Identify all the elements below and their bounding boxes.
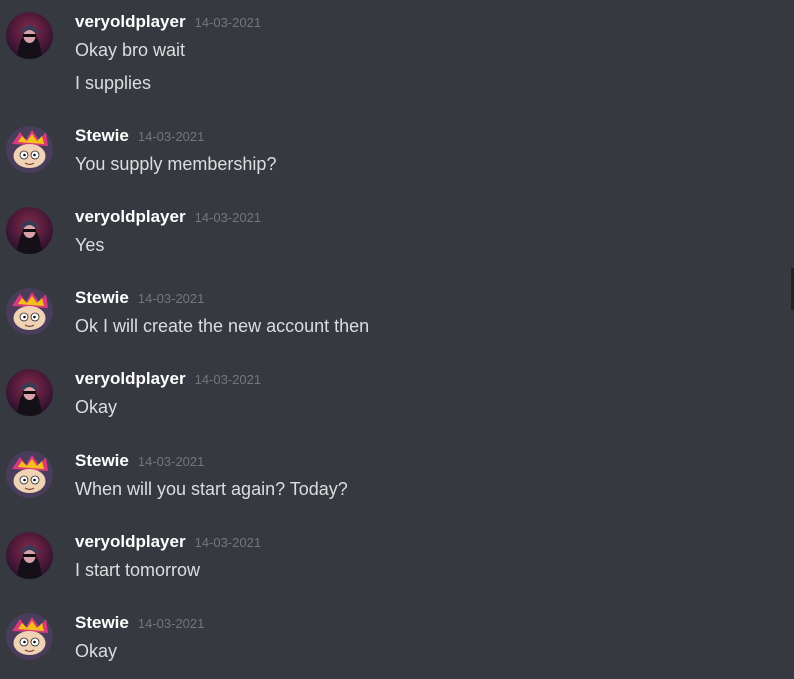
hooded-figure-avatar-icon[interactable] xyxy=(6,369,53,416)
message-header: Stewie 14-03-2021 xyxy=(75,613,204,635)
message-text: I supplies xyxy=(75,73,152,93)
stewie-cartoon-avatar-icon[interactable] xyxy=(6,613,53,660)
message-header: veryoldplayer 14-03-2021 xyxy=(75,207,261,229)
message-timestamp[interactable]: 14-03-2021 xyxy=(195,535,262,550)
stewie-cartoon-avatar-icon[interactable] xyxy=(6,288,53,335)
author-name[interactable]: veryoldplayer xyxy=(75,207,186,226)
message-text: You supply membership? xyxy=(75,154,277,174)
message-timestamp[interactable]: 14-03-2021 xyxy=(138,454,205,469)
message-timestamp[interactable]: 14-03-2021 xyxy=(195,372,262,387)
hooded-figure-avatar-icon[interactable] xyxy=(6,207,53,254)
message-text: Okay bro wait xyxy=(75,40,186,60)
author-name[interactable]: Stewie xyxy=(75,613,129,632)
message-timestamp[interactable]: 14-03-2021 xyxy=(195,15,262,30)
message-timestamp[interactable]: 14-03-2021 xyxy=(195,210,262,225)
message-header: Stewie 14-03-2021 xyxy=(75,451,204,473)
message-text: When will you start again? Today? xyxy=(75,479,348,499)
message-timestamp[interactable]: 14-03-2021 xyxy=(138,291,205,306)
stewie-cartoon-avatar-icon[interactable] xyxy=(6,451,53,498)
message-text: I start tomorrow xyxy=(75,560,201,580)
message-text: Yes xyxy=(75,235,105,255)
author-name[interactable]: Stewie xyxy=(75,126,129,145)
author-name[interactable]: veryoldplayer xyxy=(75,532,186,551)
author-name[interactable]: veryoldplayer xyxy=(75,369,186,388)
message-header: Stewie 14-03-2021 xyxy=(75,126,204,148)
message-header: veryoldplayer 14-03-2021 xyxy=(75,532,261,554)
message-timestamp[interactable]: 14-03-2021 xyxy=(138,129,205,144)
message-timestamp[interactable]: 14-03-2021 xyxy=(138,616,205,631)
author-name[interactable]: Stewie xyxy=(75,451,129,470)
message-header: veryoldplayer 14-03-2021 xyxy=(75,12,261,34)
message-text: Ok I will create the new account then xyxy=(75,316,370,336)
author-name[interactable]: veryoldplayer xyxy=(75,12,186,31)
hooded-figure-avatar-icon[interactable] xyxy=(6,532,53,579)
hooded-figure-avatar-icon[interactable] xyxy=(6,12,53,59)
chat-message-list: veryoldplayer 14-03-2021 Okay bro wait I … xyxy=(0,0,794,679)
stewie-cartoon-avatar-icon[interactable] xyxy=(6,126,53,173)
author-name[interactable]: Stewie xyxy=(75,288,129,307)
message-header: veryoldplayer 14-03-2021 xyxy=(75,369,261,391)
message-text: Okay xyxy=(75,397,118,417)
message-header: Stewie 14-03-2021 xyxy=(75,288,204,310)
message-text: Okay xyxy=(75,641,118,661)
